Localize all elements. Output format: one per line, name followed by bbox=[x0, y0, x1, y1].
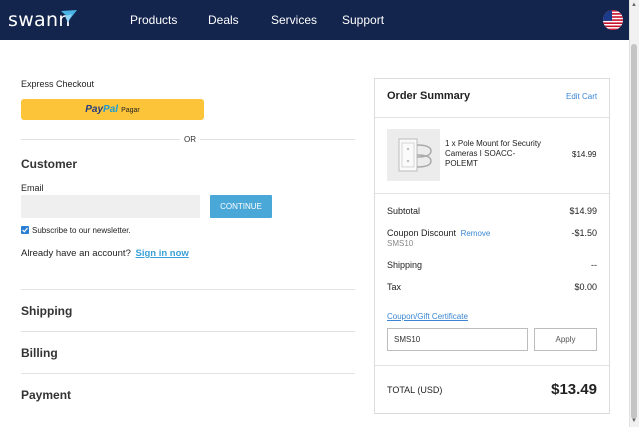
top-navigation-bar bbox=[0, 0, 639, 40]
paypal-button[interactable]: PayPal Pagar bbox=[21, 99, 204, 120]
paypal-logo-part2: Pal bbox=[103, 104, 119, 115]
edit-cart-link[interactable]: Edit Cart bbox=[566, 92, 597, 101]
payment-heading[interactable]: Payment bbox=[21, 388, 71, 402]
continue-button[interactable]: CONTINUE bbox=[210, 195, 272, 218]
subscribe-checkbox[interactable] bbox=[21, 226, 29, 234]
tax-value: $0.00 bbox=[574, 282, 597, 292]
express-checkout-label: Express Checkout bbox=[21, 79, 95, 89]
total-label: TOTAL (USD) bbox=[387, 385, 443, 395]
product-name: 1 x Pole Mount for Security Cameras I SO… bbox=[445, 139, 542, 168]
account-prompt: Already have an account? Sign in now bbox=[21, 248, 189, 259]
order-summary-title: Order Summary bbox=[387, 90, 471, 102]
coupon-discount-label: Coupon Discount bbox=[387, 228, 457, 238]
coupon-discount-value: -$1.50 bbox=[571, 228, 597, 238]
billing-heading[interactable]: Billing bbox=[21, 346, 58, 360]
shipping-heading[interactable]: Shipping bbox=[21, 304, 72, 318]
scroll-up-icon[interactable]: ▲ bbox=[631, 2, 637, 8]
nav-deals[interactable]: Deals bbox=[208, 13, 239, 27]
apply-coupon-button[interactable]: Apply bbox=[534, 328, 597, 351]
tax-label: Tax bbox=[387, 282, 402, 292]
coupon-discount-row: Coupon Discount Remove bbox=[387, 228, 490, 238]
logo-mark-icon bbox=[61, 10, 77, 23]
email-field[interactable] bbox=[21, 195, 200, 218]
total-value: $13.49 bbox=[551, 381, 597, 398]
account-prompt-text: Already have an account? bbox=[21, 248, 131, 259]
coupon-gift-certificate-link[interactable]: Coupon/Gift Certificate bbox=[387, 312, 468, 321]
scroll-down-icon[interactable]: ▼ bbox=[631, 418, 637, 424]
checkmark-icon bbox=[22, 227, 28, 233]
applied-coupon-code: SMS10 bbox=[387, 239, 414, 248]
nav-services[interactable]: Services bbox=[271, 13, 317, 27]
or-label: OR bbox=[180, 135, 200, 144]
shipping-label: Shipping bbox=[387, 260, 423, 270]
section-divider bbox=[21, 373, 355, 374]
sign-in-link[interactable]: Sign in now bbox=[136, 248, 189, 259]
summary-divider bbox=[375, 117, 609, 118]
shipping-value: -- bbox=[591, 260, 597, 270]
nav-products[interactable]: Products bbox=[130, 13, 177, 27]
subscribe-label: Subscribe to our newsletter. bbox=[32, 226, 131, 235]
pole-mount-icon bbox=[387, 129, 440, 181]
remove-coupon-link[interactable]: Remove bbox=[461, 229, 491, 238]
email-label: Email bbox=[21, 183, 44, 193]
subtotal-label: Subtotal bbox=[387, 206, 421, 216]
summary-divider bbox=[375, 193, 609, 194]
paypal-pagar-label: Pagar bbox=[121, 107, 140, 114]
coupon-code-input[interactable] bbox=[387, 328, 528, 351]
summary-divider bbox=[375, 365, 609, 366]
nav-support[interactable]: Support bbox=[342, 13, 384, 27]
customer-heading: Customer bbox=[21, 157, 78, 171]
paypal-logo-part1: Pay bbox=[85, 104, 104, 115]
section-divider bbox=[21, 331, 355, 332]
product-price: $14.99 bbox=[572, 150, 597, 159]
us-flag-icon[interactable] bbox=[603, 10, 623, 30]
section-divider bbox=[21, 289, 355, 290]
scrollbar-thumb[interactable] bbox=[631, 44, 637, 419]
subtotal-value: $14.99 bbox=[569, 206, 597, 216]
